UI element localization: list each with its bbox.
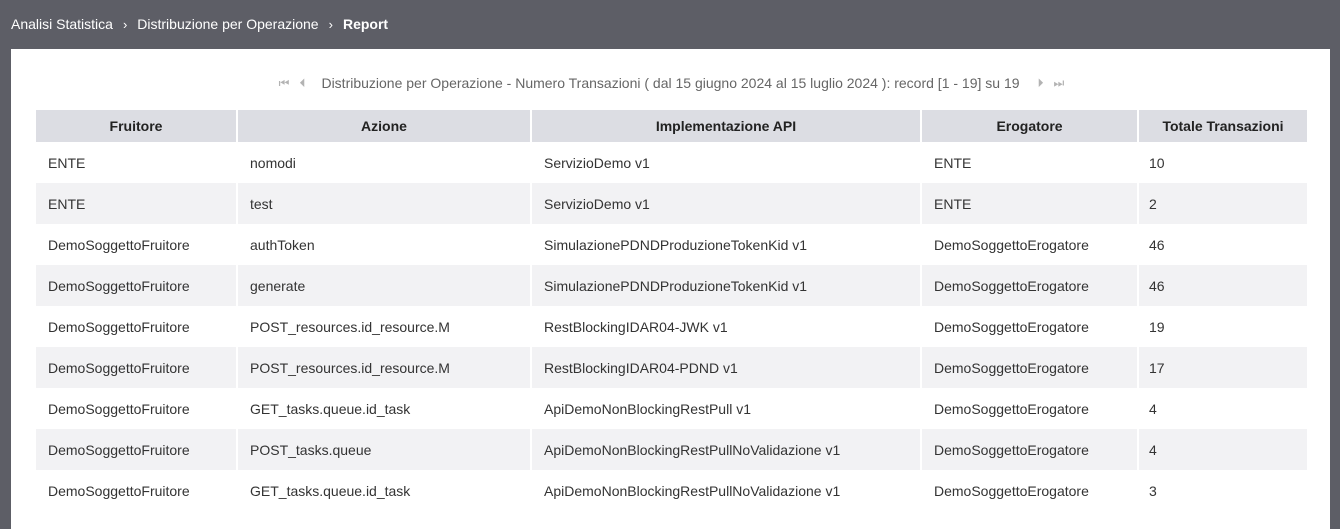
pagination-summary: Distribuzione per Operazione - Numero Tr…: [321, 75, 1020, 91]
table-row[interactable]: DemoSoggettoFruitore GET_tasks.queue.id_…: [36, 388, 1307, 429]
table-row[interactable]: ENTE test ServizioDemo v1 ENTE 2: [36, 183, 1307, 224]
table-header-row: Fruitore Azione Implementazione API Erog…: [36, 110, 1307, 142]
cell-azione: authToken: [238, 224, 530, 265]
table-row[interactable]: DemoSoggettoFruitore POST_tasks.queue Ap…: [36, 429, 1307, 470]
breadcrumb: Analisi Statistica › Distribuzione per O…: [0, 0, 1340, 48]
cell-fruitore: DemoSoggettoFruitore: [36, 388, 236, 429]
cell-totale-transazioni: 4: [1139, 429, 1307, 470]
cell-implementazione-api: ApiDemoNonBlockingRestPullNoValidazione …: [532, 470, 920, 511]
table-row[interactable]: ENTE nomodi ServizioDemo v1 ENTE 10: [36, 142, 1307, 183]
cell-fruitore: DemoSoggettoFruitore: [36, 347, 236, 388]
cell-azione: POST_tasks.queue: [238, 429, 530, 470]
cell-erogatore: ENTE: [922, 183, 1137, 224]
cell-totale-transazioni: 2: [1139, 183, 1307, 224]
cell-implementazione-api: RestBlockingIDAR04-JWK v1: [532, 306, 920, 347]
report-table: Fruitore Azione Implementazione API Erog…: [34, 110, 1309, 511]
cell-implementazione-api: SimulazionePDNDProduzioneTokenKid v1: [532, 265, 920, 306]
chevron-right-icon: ›: [328, 16, 333, 32]
cell-implementazione-api: ServizioDemo v1: [532, 142, 920, 183]
cell-azione: generate: [238, 265, 530, 306]
cell-fruitore: DemoSoggettoFruitore: [36, 224, 236, 265]
cell-erogatore: DemoSoggettoErogatore: [922, 306, 1137, 347]
cell-azione: test: [238, 183, 530, 224]
cell-implementazione-api: ServizioDemo v1: [532, 183, 920, 224]
cell-totale-transazioni: 4: [1139, 388, 1307, 429]
cell-fruitore: DemoSoggettoFruitore: [36, 470, 236, 511]
cell-erogatore: ENTE: [922, 142, 1137, 183]
next-page-icon[interactable]: ⏵: [1038, 76, 1044, 91]
column-header-azione[interactable]: Azione: [238, 110, 530, 142]
cell-erogatore: DemoSoggettoErogatore: [922, 470, 1137, 511]
cell-implementazione-api: ApiDemoNonBlockingRestPullNoValidazione …: [532, 429, 920, 470]
cell-erogatore: DemoSoggettoErogatore: [922, 388, 1137, 429]
first-page-icon[interactable]: ⏮: [279, 76, 290, 91]
last-page-icon[interactable]: ⏭: [1054, 76, 1065, 91]
cell-fruitore: DemoSoggettoFruitore: [36, 306, 236, 347]
breadcrumb-current: Report: [342, 16, 389, 32]
cell-erogatore: DemoSoggettoErogatore: [922, 429, 1137, 470]
cell-fruitore: ENTE: [36, 183, 236, 224]
cell-azione: POST_resources.id_resource.M: [238, 347, 530, 388]
cell-implementazione-api: RestBlockingIDAR04-PDND v1: [532, 347, 920, 388]
pagination-bar: ⏮ ⏴ Distribuzione per Operazione - Numer…: [11, 75, 1330, 91]
column-header-totale-transazioni[interactable]: Totale Transazioni: [1139, 110, 1307, 142]
column-header-implementazione-api[interactable]: Implementazione API: [532, 110, 920, 142]
table-row[interactable]: DemoSoggettoFruitore POST_resources.id_r…: [36, 347, 1307, 388]
table-row[interactable]: DemoSoggettoFruitore authToken Simulazio…: [36, 224, 1307, 265]
cell-totale-transazioni: 46: [1139, 224, 1307, 265]
table-row[interactable]: DemoSoggettoFruitore POST_resources.id_r…: [36, 306, 1307, 347]
cell-azione: GET_tasks.queue.id_task: [238, 470, 530, 511]
previous-page-icon[interactable]: ⏴: [299, 76, 305, 91]
cell-fruitore: DemoSoggettoFruitore: [36, 429, 236, 470]
report-panel: ⏮ ⏴ Distribuzione per Operazione - Numer…: [11, 49, 1330, 529]
cell-totale-transazioni: 10: [1139, 142, 1307, 183]
breadcrumb-item-distribuzione-per-operazione[interactable]: Distribuzione per Operazione: [137, 16, 318, 32]
cell-azione: GET_tasks.queue.id_task: [238, 388, 530, 429]
cell-erogatore: DemoSoggettoErogatore: [922, 265, 1137, 306]
table-row[interactable]: DemoSoggettoFruitore GET_tasks.queue.id_…: [36, 470, 1307, 511]
cell-azione: nomodi: [238, 142, 530, 183]
cell-implementazione-api: SimulazionePDNDProduzioneTokenKid v1: [532, 224, 920, 265]
cell-totale-transazioni: 46: [1139, 265, 1307, 306]
chevron-right-icon: ›: [122, 16, 128, 32]
cell-fruitore: ENTE: [36, 142, 236, 183]
cell-erogatore: DemoSoggettoErogatore: [922, 347, 1137, 388]
cell-totale-transazioni: 3: [1139, 470, 1307, 511]
cell-totale-transazioni: 19: [1139, 306, 1307, 347]
breadcrumb-item-analisi-statistica[interactable]: Analisi Statistica: [11, 16, 113, 32]
cell-totale-transazioni: 17: [1139, 347, 1307, 388]
cell-implementazione-api: ApiDemoNonBlockingRestPull v1: [532, 388, 920, 429]
table-row[interactable]: DemoSoggettoFruitore generate Simulazion…: [36, 265, 1307, 306]
column-header-fruitore[interactable]: Fruitore: [36, 110, 236, 142]
cell-fruitore: DemoSoggettoFruitore: [36, 265, 236, 306]
column-header-erogatore[interactable]: Erogatore: [922, 110, 1137, 142]
cell-erogatore: DemoSoggettoErogatore: [922, 224, 1137, 265]
cell-azione: POST_resources.id_resource.M: [238, 306, 530, 347]
